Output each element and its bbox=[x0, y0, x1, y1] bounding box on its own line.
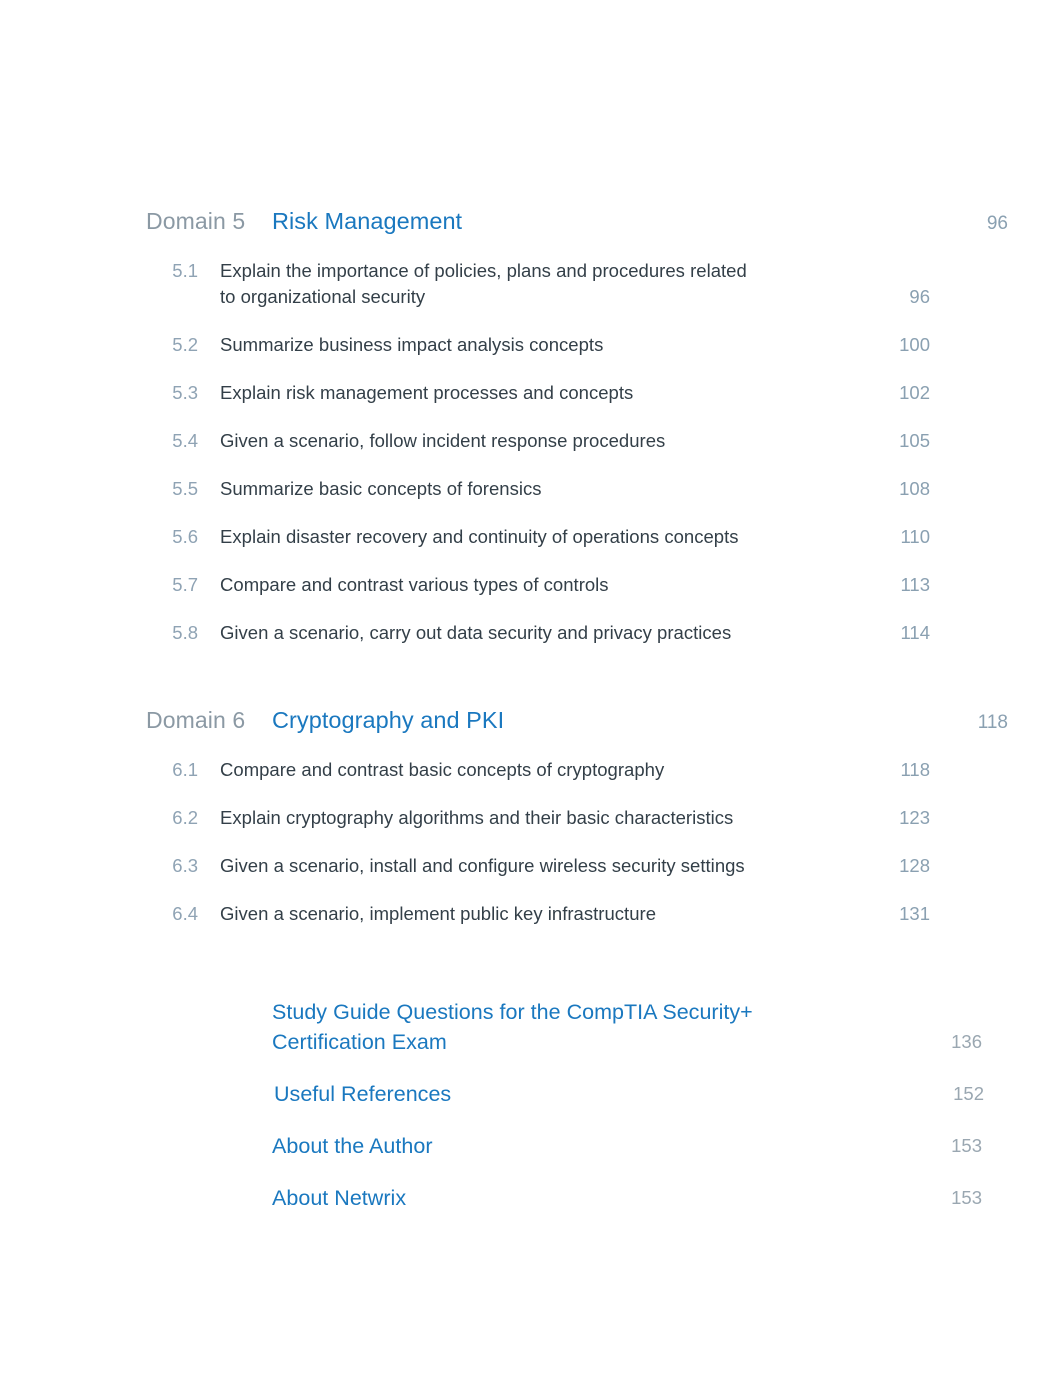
entry-number: 5.4 bbox=[172, 430, 198, 451]
domain-label: Domain 5 bbox=[146, 208, 246, 234]
entry-number: 5.2 bbox=[172, 334, 198, 355]
back-matter-page-number: 152 bbox=[953, 1083, 984, 1104]
entry-page-number: 118 bbox=[900, 759, 931, 780]
back-matter-title-link[interactable]: Useful References bbox=[272, 1079, 914, 1109]
toc-entry[interactable]: 6.2 Explain cryptography algorithms and … bbox=[146, 805, 1008, 831]
toc-page: Domain 5 Risk Management 96 5.1 Explain … bbox=[0, 0, 1062, 1376]
entry-number: 5.3 bbox=[172, 382, 198, 403]
entry-title: Given a scenario, implement public key i… bbox=[220, 903, 656, 924]
entry-number: 5.6 bbox=[172, 526, 198, 547]
toc-entry[interactable]: 6.4 Given a scenario, implement public k… bbox=[146, 901, 1008, 927]
toc-entry[interactable]: 5.6 Explain disaster recovery and contin… bbox=[146, 524, 1008, 550]
back-matter-title-link[interactable]: About the Author bbox=[272, 1131, 912, 1161]
entry-title: Summarize business impact analysis conce… bbox=[220, 334, 604, 355]
domain-page-number: 118 bbox=[977, 712, 1008, 733]
entry-title: Explain risk management processes and co… bbox=[220, 382, 634, 403]
toc-entry[interactable]: 5.2 Summarize business impact analysis c… bbox=[146, 332, 1008, 358]
entry-number: 6.3 bbox=[172, 855, 198, 876]
back-matter-title-line2: Certification Exam bbox=[272, 1030, 447, 1054]
entry-page-number: 131 bbox=[899, 903, 930, 924]
entry-title: Compare and contrast various types of co… bbox=[220, 574, 609, 595]
domain-block: Domain 5 Risk Management 96 5.1 Explain … bbox=[146, 206, 1008, 646]
entry-page-number: 128 bbox=[899, 855, 930, 876]
entry-title: Explain cryptography algorithms and thei… bbox=[220, 807, 734, 828]
toc-entry[interactable]: 5.4 Given a scenario, follow incident re… bbox=[146, 428, 1008, 454]
back-matter-title-link[interactable]: About Netwrix bbox=[272, 1183, 912, 1213]
entry-number: 5.7 bbox=[172, 574, 198, 595]
domain-block: Domain 6 Cryptography and PKI 118 6.1 Co… bbox=[146, 705, 1008, 927]
entry-title: Given a scenario, follow incident respon… bbox=[220, 430, 666, 451]
domain-title-link[interactable]: Cryptography and PKI bbox=[272, 705, 938, 735]
entry-title: Summarize basic concepts of forensics bbox=[220, 478, 542, 499]
toc-entry[interactable]: 5.3 Explain risk management processes an… bbox=[146, 380, 1008, 406]
entry-page-number: 108 bbox=[899, 478, 930, 499]
entry-number: 5.5 bbox=[172, 478, 198, 499]
back-matter-title-link[interactable]: Study Guide Questions for the CompTIA Se… bbox=[272, 997, 912, 1057]
entry-page-number: 114 bbox=[900, 622, 931, 643]
entry-page-number: 100 bbox=[899, 334, 930, 355]
back-matter-page-number: 136 bbox=[951, 1031, 982, 1052]
toc-entry[interactable]: 5.7 Compare and contrast various types o… bbox=[146, 572, 1008, 598]
back-matter-page-number: 153 bbox=[951, 1135, 982, 1156]
entry-title: Given a scenario, carry out data securit… bbox=[220, 622, 732, 643]
entry-page-number: 102 bbox=[899, 382, 930, 403]
back-matter-entry[interactable]: About the Author 153 bbox=[146, 1131, 1008, 1161]
back-matter-title-line1: Study Guide Questions for the CompTIA Se… bbox=[272, 1000, 753, 1024]
entry-title: Compare and contrast basic concepts of c… bbox=[220, 759, 665, 780]
domain-heading-row[interactable]: Domain 6 Cryptography and PKI 118 bbox=[146, 705, 1008, 738]
back-matter-entry[interactable]: Study Guide Questions for the CompTIA Se… bbox=[146, 997, 1008, 1057]
entry-page-number: 105 bbox=[899, 430, 930, 451]
entry-title-line1: Explain the importance of policies, plan… bbox=[220, 260, 747, 281]
entry-title-line2: to organizational security bbox=[220, 286, 426, 307]
entry-number: 5.8 bbox=[172, 622, 198, 643]
entry-title: Given a scenario, install and configure … bbox=[220, 855, 745, 876]
back-matter-entry[interactable]: Useful References 152 bbox=[146, 1079, 1008, 1109]
toc-entry[interactable]: 5.1 Explain the importance of policies, … bbox=[146, 258, 1008, 310]
entry-title: Explain the importance of policies, plan… bbox=[220, 258, 860, 310]
toc-entry[interactable]: 6.3 Given a scenario, install and config… bbox=[146, 853, 1008, 879]
back-matter-page-number: 153 bbox=[951, 1187, 982, 1208]
back-matter-list: Study Guide Questions for the CompTIA Se… bbox=[146, 997, 1008, 1213]
toc-entry[interactable]: 5.8 Given a scenario, carry out data sec… bbox=[146, 620, 1008, 646]
entry-number: 5.1 bbox=[172, 260, 198, 281]
entry-number: 6.2 bbox=[172, 807, 198, 828]
entry-page-number: 123 bbox=[899, 807, 930, 828]
entry-number: 6.1 bbox=[172, 759, 198, 780]
entry-page-number: 110 bbox=[900, 526, 931, 547]
table-of-contents: Domain 5 Risk Management 96 5.1 Explain … bbox=[146, 206, 1008, 1213]
toc-entry[interactable]: 5.5 Summarize basic concepts of forensic… bbox=[146, 476, 1008, 502]
domain-page-number: 96 bbox=[986, 213, 1008, 234]
domain-label: Domain 6 bbox=[146, 707, 246, 733]
back-matter-entry[interactable]: About Netwrix 153 bbox=[146, 1183, 1008, 1213]
entry-title: Explain disaster recovery and continuity… bbox=[220, 526, 739, 547]
entry-page-number: 113 bbox=[900, 574, 931, 595]
domain-title-link[interactable]: Risk Management bbox=[272, 206, 938, 236]
entry-page-number: 96 bbox=[909, 286, 930, 307]
entry-number: 6.4 bbox=[172, 903, 198, 924]
toc-entry[interactable]: 6.1 Compare and contrast basic concepts … bbox=[146, 757, 1008, 783]
domain-heading-row[interactable]: Domain 5 Risk Management 96 bbox=[146, 206, 1008, 239]
